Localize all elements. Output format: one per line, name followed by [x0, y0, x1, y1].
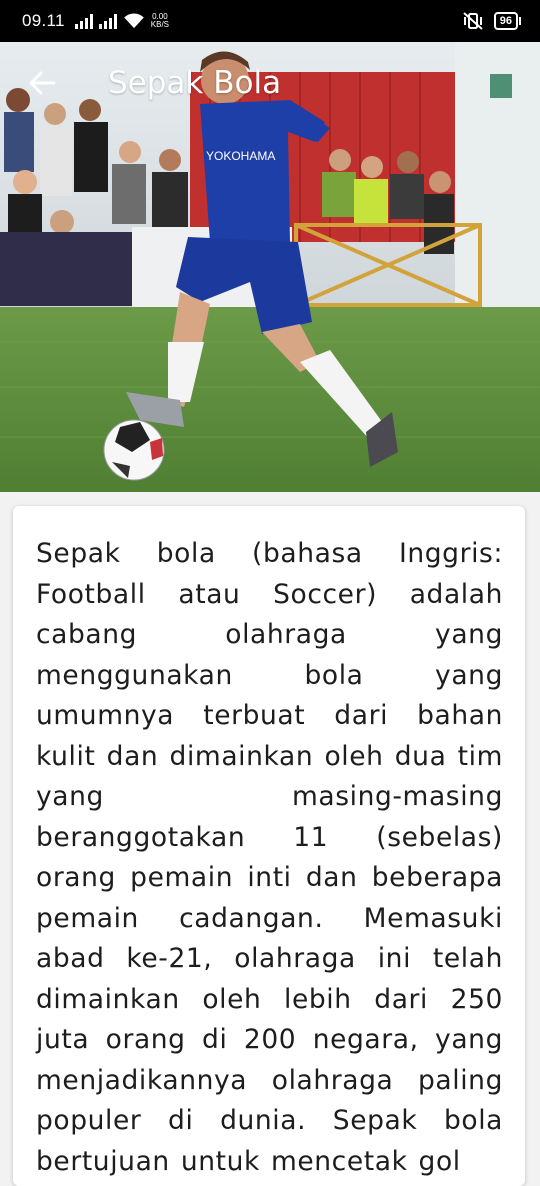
- signal-icon: [98, 13, 117, 29]
- mute-vibrate-icon: [463, 12, 483, 30]
- status-time: 09.11: [22, 11, 65, 30]
- signal-icon: [74, 13, 93, 29]
- shirt-sponsor-text: YOKOHAMA: [206, 149, 275, 163]
- battery-icon: 96: [493, 12, 522, 30]
- article-card[interactable]: Sepak bola (bahasa Inggris: Football ata…: [13, 506, 525, 1186]
- network-speed: 0.00 KB/S: [151, 13, 169, 29]
- app-bar: Sepak Bola: [0, 42, 540, 124]
- arrow-left-icon: [29, 71, 56, 95]
- network-speed-unit: KB/S: [150, 20, 170, 29]
- article-text: Sepak bola (bahasa Inggris: Football ata…: [36, 538, 503, 1177]
- back-button[interactable]: [12, 53, 72, 113]
- status-bar: 09.11 0.00 KB/S 96: [0, 0, 540, 42]
- wifi-icon: [124, 13, 144, 29]
- battery-level: 96: [499, 15, 512, 27]
- page-title: Sepak Bola: [108, 65, 282, 101]
